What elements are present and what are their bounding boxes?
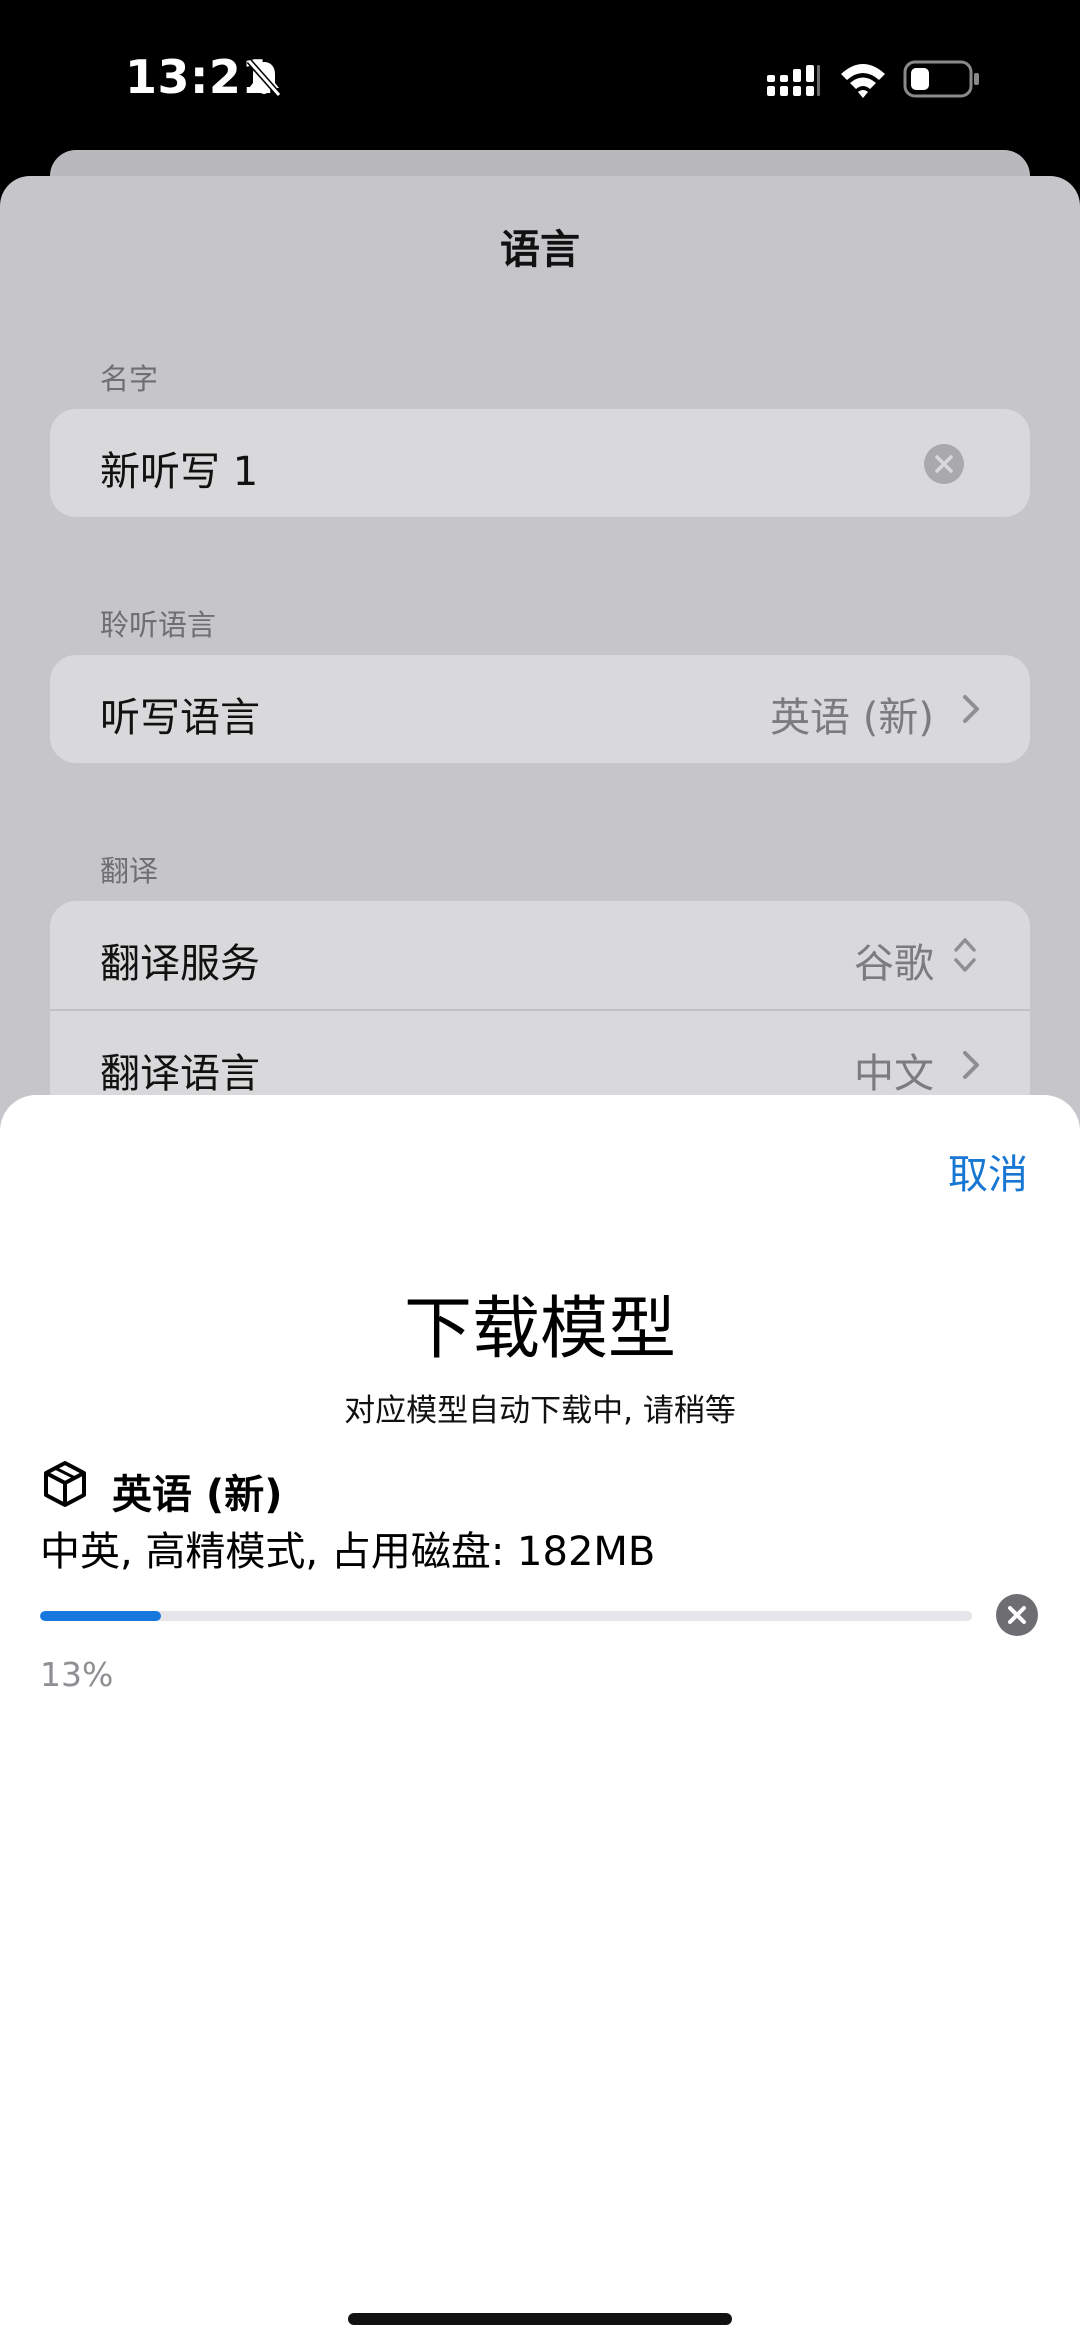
download-model-modal: 取消 下载模型 对应模型自动下载中, 请稍等 英语 (新) 中英, 高精模式, … [0,1095,1080,2347]
name-section-label: 名字 [100,362,159,396]
chevron-right-icon [963,695,979,723]
translation-language-value: 中文 [854,1051,934,1097]
model-name: 英语 (新) [112,1472,283,1518]
chevron-right-icon [963,1051,979,1079]
listen-language-group: 听写语言 英语 (新) [50,655,1030,763]
cellular-signal-icon [767,65,820,96]
screen: 13:21 语言 名字 新听写 1 聆听语言 听写语言 英语 (新) 翻译 翻译… [0,0,1080,2347]
home-indicator [348,2313,732,2325]
cancel-download-button[interactable] [996,1594,1038,1636]
modal-title: 下载模型 [403,1290,676,1369]
close-icon [1008,1606,1026,1624]
modal-subtitle: 对应模型自动下载中, 请稍等 [344,1393,736,1429]
progress-percent-text: 13% [40,1655,114,1694]
chevron-up-down-icon [954,938,976,972]
close-icon [935,455,953,473]
name-field-value[interactable]: 新听写 1 [100,439,258,497]
dictation-language-row[interactable]: 听写语言 英语 (新) [50,655,1030,763]
sheet-title: 语言 [500,227,580,273]
name-field-group: 新听写 1 [50,409,1030,517]
translate-group: 翻译服务 谷歌 翻译语言 中文 [50,901,1030,1117]
translation-language-label: 翻译语言 [100,1051,260,1097]
name-field[interactable]: 新听写 1 [50,409,1030,517]
listen-section-label: 聆听语言 [100,608,217,642]
download-progress-fill [40,1611,162,1621]
translation-service-row[interactable]: 翻译服务 谷歌 [50,901,1030,1009]
clear-text-button[interactable] [924,444,964,484]
dictation-language-label: 听写语言 [100,695,260,741]
battery-icon [903,60,979,98]
cube-icon [44,1461,86,1507]
dictation-language-value: 英语 (新) [770,695,934,741]
translate-section-label: 翻译 [100,854,159,888]
bell-slash-icon [246,59,282,97]
model-description: 中英, 高精模式, 占用磁盘: 182MB [40,1529,656,1575]
translation-service-label: 翻译服务 [100,941,260,987]
download-progress-bar [40,1611,972,1621]
wifi-icon [841,64,885,98]
translation-service-value: 谷歌 [854,941,934,987]
cancel-button[interactable]: 取消 [948,1142,1028,1200]
status-bar: 13:21 [0,0,1080,150]
